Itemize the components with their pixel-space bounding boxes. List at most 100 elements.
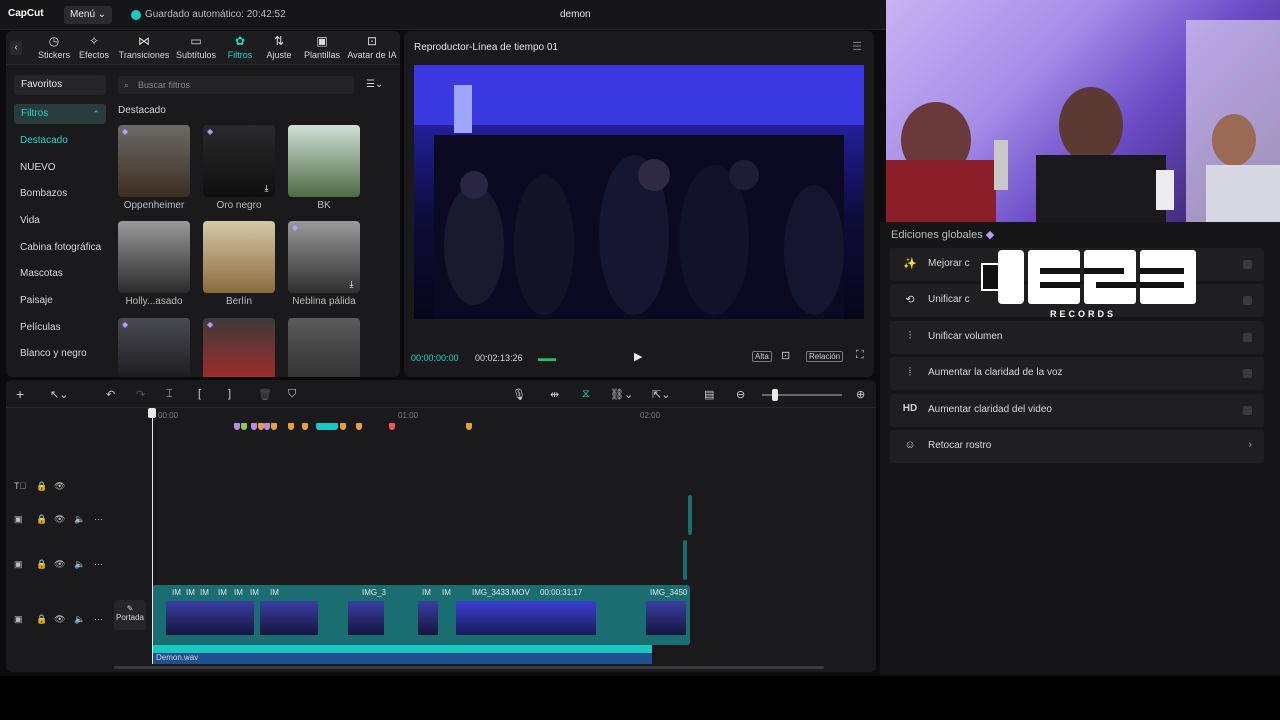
select-arrow-icon[interactable]: ↖⌄ bbox=[50, 388, 68, 401]
audio-track[interactable] bbox=[152, 653, 652, 664]
trim-left-icon[interactable]: [ bbox=[198, 388, 201, 400]
fullscreen-icon[interactable]: ⛶ bbox=[856, 349, 864, 362]
zoom-slider-handle[interactable] bbox=[772, 389, 778, 401]
beat-marker[interactable] bbox=[302, 423, 308, 430]
overlay-clip[interactable] bbox=[688, 495, 692, 535]
sidebar-item-mascotas[interactable]: Mascotas bbox=[20, 268, 63, 279]
overlay-clip[interactable] bbox=[683, 540, 687, 580]
filter-thumb-berlin[interactable] bbox=[203, 221, 275, 293]
sidebar-item-vida[interactable]: Vida bbox=[20, 215, 40, 226]
zoom-out-icon[interactable]: ⊖ bbox=[736, 388, 745, 401]
shield-icon[interactable]: ⛉ bbox=[288, 388, 296, 401]
beat-marker[interactable] bbox=[264, 423, 270, 430]
tab-filtros[interactable]: ✿ Filtros bbox=[222, 34, 258, 60]
tab-avatar-ia[interactable]: ⊡ Avatar de IA bbox=[346, 34, 398, 60]
zoom-in-icon[interactable]: ⊕ bbox=[856, 388, 865, 401]
timeline-scrollbar[interactable] bbox=[114, 666, 824, 669]
quality-button[interactable]: Alta bbox=[752, 351, 772, 362]
sidebar-item-blanco-negro[interactable]: Blanco y negro bbox=[20, 348, 87, 359]
toggle[interactable] bbox=[1243, 369, 1252, 378]
tab-transiciones[interactable]: ⋈ Transiciones bbox=[116, 34, 172, 60]
filter-thumb-oppenheimer[interactable]: ◆ bbox=[118, 125, 190, 197]
lock-icon[interactable]: 🔒 bbox=[36, 481, 47, 492]
video-preview[interactable] bbox=[414, 65, 864, 319]
delete-icon[interactable]: 🗑 bbox=[258, 388, 272, 401]
fit-screen-icon[interactable]: ⊡ bbox=[781, 349, 790, 362]
filter-thumb-holly[interactable] bbox=[118, 221, 190, 293]
chain-icon[interactable]: ⛓⌄ bbox=[610, 388, 633, 401]
eye-icon[interactable]: 👁 bbox=[54, 614, 65, 625]
split-icon[interactable]: ⌶ bbox=[166, 388, 173, 401]
sidebar-item-paisaje[interactable]: Paisaje bbox=[20, 295, 53, 306]
filter-thumb-oro-negro[interactable]: ◆ ⤓ bbox=[203, 125, 275, 197]
beat-marker[interactable] bbox=[251, 423, 257, 430]
sidebar-item-nuevo[interactable]: NUEVO bbox=[20, 162, 56, 173]
tab-ajuste[interactable]: ⇅ Ajuste bbox=[262, 34, 296, 60]
tab-stickers[interactable]: ◷ Stickers bbox=[34, 34, 74, 60]
lock-icon[interactable]: 🔒 bbox=[36, 514, 47, 525]
time-ruler[interactable] bbox=[152, 410, 872, 424]
tab-efectos[interactable]: ✧ Efectos bbox=[76, 34, 112, 60]
microphone-icon[interactable]: 🎙 bbox=[512, 388, 526, 401]
sidebar-item-favoritos[interactable]: Favoritos bbox=[14, 75, 106, 95]
option-retocar-rostro[interactable]: ☺ Retocar rostro › bbox=[890, 430, 1264, 463]
link-clip-icon[interactable]: ⇹ bbox=[550, 388, 559, 401]
toggle[interactable] bbox=[1243, 333, 1252, 342]
caption-icon[interactable]: ▤ bbox=[704, 388, 714, 401]
lock-icon[interactable]: 🔒 bbox=[36, 614, 47, 625]
toggle[interactable] bbox=[1243, 296, 1252, 305]
sort-filter-icon[interactable]: ☰⌄ bbox=[366, 79, 383, 90]
sidebar-item-bombazos[interactable]: Bombazos bbox=[20, 188, 67, 199]
trim-right-icon[interactable]: ] bbox=[228, 388, 231, 400]
beat-marker[interactable] bbox=[288, 423, 294, 430]
more-icon[interactable]: ⋯ bbox=[94, 559, 103, 570]
option-claridad-video[interactable]: HD Aumentar claridad del video bbox=[890, 394, 1264, 427]
speaker-icon[interactable]: 🔈 bbox=[74, 514, 85, 525]
beat-marker[interactable] bbox=[466, 423, 472, 430]
option-unificar-volumen[interactable]: ⫶ Unificar volumen bbox=[890, 321, 1264, 354]
chevron-left-icon[interactable]: ‹ bbox=[10, 41, 22, 55]
speaker-icon[interactable]: 🔈 bbox=[74, 614, 85, 625]
preview-axis-icon[interactable]: ⇱⌄ bbox=[652, 388, 670, 401]
play-icon[interactable]: ▶ bbox=[634, 350, 642, 363]
beat-marker[interactable] bbox=[316, 423, 338, 430]
hamburger-menu-icon[interactable]: ☰ bbox=[852, 40, 862, 53]
main-video-track[interactable]: IM IM IM IM IM IM IM IMG_3 IM IM IMG_343… bbox=[152, 585, 690, 645]
lock-icon[interactable]: 🔒 bbox=[36, 559, 47, 570]
tab-plantillas[interactable]: ▣ Plantillas bbox=[302, 34, 342, 60]
eye-icon[interactable]: 👁 bbox=[54, 514, 65, 525]
tab-subtitulos[interactable]: ▭ Subtítulos bbox=[174, 34, 218, 60]
ratio-button[interactable]: Relación bbox=[806, 351, 844, 362]
redo-icon[interactable]: ↷ bbox=[136, 388, 145, 401]
undo-icon[interactable]: ↶ bbox=[106, 388, 115, 401]
eye-icon[interactable]: 👁 bbox=[54, 481, 65, 492]
sidebar-item-peliculas[interactable]: Películas bbox=[20, 322, 61, 333]
beat-marker[interactable] bbox=[241, 423, 247, 430]
add-track-icon[interactable]: + bbox=[16, 386, 24, 402]
cover-button[interactable]: ✎ Portada bbox=[114, 600, 146, 630]
sidebar-item-filtros[interactable]: Filtros ⌃ bbox=[14, 104, 106, 124]
eye-icon[interactable]: 👁 bbox=[54, 559, 65, 570]
audio-waveform[interactable] bbox=[152, 645, 652, 653]
toggle[interactable] bbox=[1243, 406, 1252, 415]
sidebar-item-cabina[interactable]: Cabina fotográfica bbox=[20, 242, 101, 253]
beat-marker[interactable] bbox=[271, 423, 277, 430]
beat-marker[interactable] bbox=[340, 423, 346, 430]
toggle[interactable] bbox=[1243, 260, 1252, 269]
filter-thumb-neblina[interactable]: ◆ ⤓ bbox=[288, 221, 360, 293]
magnet-icon[interactable]: ⧖ bbox=[582, 388, 590, 401]
filter-thumb-9[interactable] bbox=[288, 318, 360, 377]
filter-thumb-7[interactable]: ◆ bbox=[118, 318, 190, 377]
filter-thumb-bk[interactable] bbox=[288, 125, 360, 197]
menu-button[interactable]: Menú ⌄ bbox=[64, 6, 113, 24]
search-input[interactable]: ⌕ Buscar filtros bbox=[118, 76, 354, 94]
beat-marker[interactable] bbox=[356, 423, 362, 430]
more-icon[interactable]: ⋯ bbox=[94, 514, 103, 525]
filter-thumb-8[interactable]: ◆ bbox=[203, 318, 275, 377]
sidebar-item-destacado[interactable]: Destacado bbox=[20, 135, 68, 146]
playhead[interactable] bbox=[152, 412, 153, 664]
beat-marker[interactable] bbox=[234, 423, 240, 430]
speaker-icon[interactable]: 🔈 bbox=[74, 559, 85, 570]
more-icon[interactable]: ⋯ bbox=[94, 614, 103, 625]
option-claridad-voz[interactable]: ⦙ Aumentar la claridad de la voz bbox=[890, 357, 1264, 390]
